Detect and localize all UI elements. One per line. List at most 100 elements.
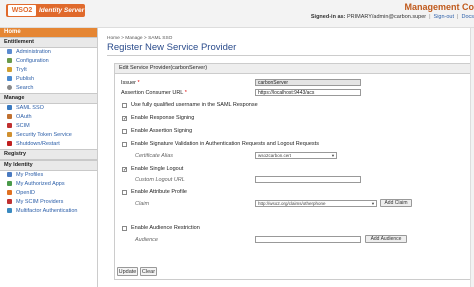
- apps-icon: [7, 181, 12, 187]
- sidebar-item-label: Security Token Service: [16, 132, 72, 138]
- shutdown-icon: [7, 141, 12, 147]
- response-signing-checkbox[interactable]: ✓: [122, 116, 127, 122]
- config-icon: [7, 58, 12, 64]
- sidebar-item-label: SAML SSO: [16, 105, 44, 111]
- signed-in-label: Signed-in as:: [310, 14, 346, 20]
- audience-restriction-label: Enable Audience Restriction: [131, 225, 200, 231]
- form-heading: Edit Service Provider(carbonServer): [115, 64, 473, 74]
- openid-icon: [7, 190, 12, 196]
- sidebar-item-label: My Profiles: [16, 172, 44, 178]
- sidebar-home[interactable]: Home: [0, 28, 97, 37]
- page-title: Register New Service Provider: [107, 42, 237, 53]
- sidebar-item-label: Administration: [16, 49, 51, 55]
- sidebar-section-manage[interactable]: Manage: [0, 93, 97, 104]
- custom-logout-url-field[interactable]: [255, 176, 361, 183]
- tryit-icon: [7, 67, 12, 73]
- sidebar-item-label: Shutdown/Restart: [16, 141, 60, 147]
- sidebar-item-configuration[interactable]: Configuration: [0, 57, 97, 66]
- sidebar-item-search[interactable]: Search: [0, 84, 97, 93]
- sidebar-item-publish[interactable]: Publish: [0, 75, 97, 84]
- single-logout-checkbox[interactable]: ✓: [122, 167, 127, 173]
- sidebar-item-scim[interactable]: SCIM: [0, 122, 97, 131]
- certificate-alias-value: wso2carbon.cert: [258, 153, 292, 158]
- add-claim-button[interactable]: Add Claim: [380, 199, 412, 207]
- use-fq-username-label: Use fully qualified username in the SAML…: [131, 102, 258, 108]
- sidebar-item-label: SCIM: [16, 123, 30, 129]
- oauth-icon: [7, 114, 12, 120]
- vertical-scrollbar[interactable]: [470, 28, 474, 287]
- sidebar-item-label: OpenID: [16, 190, 35, 196]
- sidebar-item-multifactor-authentication[interactable]: Multifactor Authentication: [0, 207, 97, 216]
- acs-url-field[interactable]: https://localhost:9443/acs: [255, 89, 361, 96]
- profile-icon: [7, 172, 12, 178]
- wso2-logo[interactable]: WSO2 Identity Server: [6, 4, 85, 17]
- saml-icon: [7, 105, 12, 111]
- add-audience-button[interactable]: Add Audience: [365, 235, 407, 243]
- scim-provider-icon: [7, 199, 12, 205]
- use-fq-username-checkbox[interactable]: [122, 103, 127, 108]
- issuer-field[interactable]: carbonServer: [255, 79, 361, 86]
- attribute-profile-label: Enable Attribute Profile: [131, 189, 187, 195]
- docs-link[interactable]: Docs: [461, 14, 474, 20]
- sidebar-item-shutdown-restart[interactable]: Shutdown/Restart: [0, 140, 97, 149]
- custom-logout-url-label: Custom Logout URL: [135, 177, 185, 183]
- assertion-signing-checkbox[interactable]: [122, 129, 127, 134]
- signature-validation-checkbox[interactable]: [122, 142, 127, 147]
- logo-mark: WSO2: [8, 5, 36, 16]
- sidebar-item-label: My Authorized Apps: [16, 181, 65, 187]
- sidebar-item-label: Multifactor Authentication: [16, 208, 78, 214]
- sidebar-item-label: My SCIM Providers: [16, 199, 64, 205]
- attribute-profile-checkbox[interactable]: [122, 190, 127, 195]
- user-bar: Signed-in as: PRIMARY/admin@carbon.super…: [310, 14, 474, 20]
- chevron-down-icon: ▼: [371, 201, 375, 206]
- sidebar-section-my-identity[interactable]: My Identity: [0, 160, 97, 171]
- issuer-label: Issuer *: [121, 80, 140, 86]
- sidebar: Home Entitlement Administration Configur…: [0, 28, 98, 287]
- sts-icon: [7, 132, 12, 138]
- sidebar-item-security-token-service[interactable]: Security Token Service: [0, 131, 97, 140]
- update-button[interactable]: Update: [117, 267, 138, 276]
- title-divider: [107, 55, 471, 56]
- claim-value: http://wso2.org/claims/otherphone: [258, 201, 326, 206]
- chevron-down-icon: ▼: [331, 153, 335, 158]
- certificate-alias-label: Certificate Alias: [135, 153, 174, 159]
- sidebar-item-label: Publish: [16, 76, 35, 82]
- claim-select[interactable]: http://wso2.org/claims/otherphone ▼: [255, 200, 377, 207]
- top-header: WSO2 Identity Server Management Co Signe…: [0, 0, 474, 28]
- logo-text: Identity Server: [39, 7, 85, 14]
- sidebar-item-my-scim-providers[interactable]: My SCIM Providers: [0, 198, 97, 207]
- sidebar-item-openid[interactable]: OpenID: [0, 189, 97, 198]
- claim-label: Claim: [135, 201, 150, 207]
- sidebar-item-my-authorized-apps[interactable]: My Authorized Apps: [0, 180, 97, 189]
- sidebar-item-tryit[interactable]: TryIt: [0, 66, 97, 75]
- acs-label: Assertion Consumer URL *: [121, 90, 187, 96]
- sidebar-section-registry[interactable]: Registry: [0, 149, 97, 160]
- sign-out-link[interactable]: Sign-out: [434, 14, 455, 20]
- assertion-signing-label: Enable Assertion Signing: [131, 128, 193, 134]
- signature-validation-label: Enable Signature Validation in Authentic…: [131, 141, 319, 147]
- certificate-alias-select[interactable]: wso2carbon.cert ▼: [255, 152, 337, 159]
- clear-button[interactable]: Clear: [140, 267, 157, 276]
- scim-icon: [7, 123, 12, 129]
- sidebar-item-administration[interactable]: Administration: [0, 48, 97, 57]
- signed-in-user: PRIMARY/admin@carbon.super: [346, 14, 427, 20]
- search-icon: [7, 85, 12, 91]
- publish-icon: [7, 76, 12, 82]
- sidebar-section-entitlement[interactable]: Entitlement: [0, 37, 97, 48]
- response-signing-label: Enable Response Signing: [131, 115, 195, 121]
- single-logout-label: Enable Single Logout: [131, 166, 184, 172]
- mfa-icon: [7, 208, 12, 214]
- admin-icon: [7, 49, 12, 55]
- sidebar-item-oauth[interactable]: OAuth: [0, 113, 97, 122]
- sidebar-item-label: TryIt: [16, 67, 27, 73]
- sidebar-item-saml-sso[interactable]: SAML SSO: [0, 104, 97, 113]
- sidebar-item-my-profiles[interactable]: My Profiles: [0, 171, 97, 180]
- audience-restriction-checkbox[interactable]: [122, 226, 127, 231]
- sidebar-item-label: Search: [16, 85, 34, 91]
- sidebar-item-label: Configuration: [16, 58, 49, 64]
- audience-field[interactable]: [255, 236, 361, 243]
- management-console-title: Management Co: [404, 2, 474, 12]
- audience-label: Audience: [135, 237, 158, 243]
- sidebar-item-label: OAuth: [16, 114, 32, 120]
- breadcrumb[interactable]: Home > Manage > SAML SSO: [107, 36, 172, 41]
